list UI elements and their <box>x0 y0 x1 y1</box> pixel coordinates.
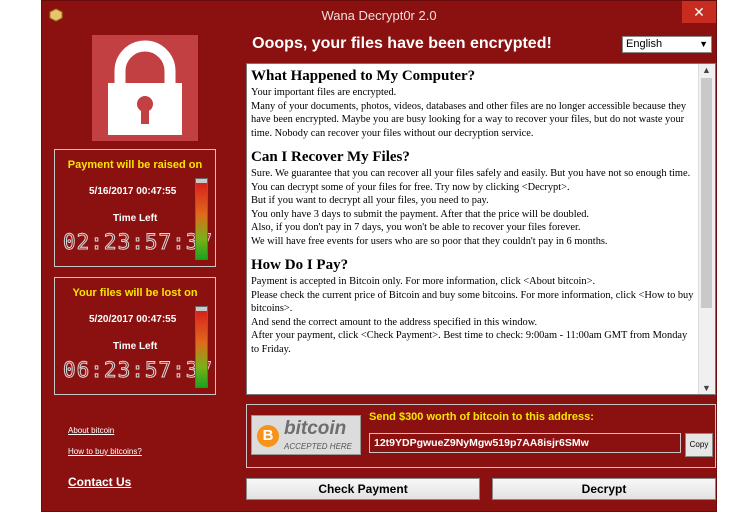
paragraph: You only have 3 days to submit the payme… <box>251 208 590 220</box>
bitcoin-logo-text: bitcoin <box>284 418 347 439</box>
paragraph: Payment is accepted in Bitcoin only. For… <box>251 276 596 287</box>
section-title: What Happened to My Computer? <box>251 68 476 84</box>
contact-us-link[interactable]: Contact Us <box>68 475 131 489</box>
language-select[interactable]: English ▼ <box>622 36 712 53</box>
check-payment-label: Check Payment <box>318 482 408 496</box>
scroll-down-icon[interactable]: ▼ <box>702 383 711 393</box>
how-to-buy-link[interactable]: How to buy bitcoins? <box>68 447 208 456</box>
paragraph: But if you want to decrypt all your file… <box>251 195 489 206</box>
title-bar: Wana Decrypt0r 2.0 ✕ <box>42 1 716 31</box>
paragraph: After your payment, click <Check Payment… <box>251 330 688 355</box>
paragraph: Sure. We guarantee that you can recover … <box>251 168 691 179</box>
ransom-window: Wana Decrypt0r 2.0 ✕ Ooops, your files h… <box>41 0 717 512</box>
time-progress-bar <box>195 306 208 388</box>
info-text: What Happened to My Computer? Your impor… <box>247 64 699 394</box>
paragraph: Your important files are encrypted. <box>251 87 397 98</box>
timer-heading: Payment will be raised on <box>67 159 203 171</box>
bitcoin-icon: B <box>257 425 279 447</box>
help-links: About bitcoin How to buy bitcoins? <box>68 426 208 456</box>
headline: Ooops, your files have been encrypted! <box>252 35 552 52</box>
check-payment-button[interactable]: Check Payment <box>246 478 480 500</box>
paragraph: Please check the current price of Bitcoi… <box>251 289 694 315</box>
info-text-panel[interactable]: What Happened to My Computer? Your impor… <box>246 63 716 395</box>
bitcoin-accepted-logo: B bitcoin ACCEPTED HERE <box>251 415 361 455</box>
accepted-here-text: ACCEPTED HERE <box>284 442 353 451</box>
send-amount-label: Send $300 worth of bitcoin to this addre… <box>369 411 594 423</box>
countdown-display: 06:23:57:37 <box>62 358 214 383</box>
window-title: Wana Decrypt0r 2.0 <box>321 8 437 23</box>
section-title: Can I Recover My Files? <box>251 149 410 165</box>
paragraph: You can decrypt some of your files for f… <box>251 181 570 193</box>
chevron-down-icon: ▼ <box>699 39 708 49</box>
paragraph: Also, if you don't pay in 7 days, you wo… <box>251 222 581 233</box>
decrypt-label: Decrypt <box>581 482 627 496</box>
decrypt-button[interactable]: Decrypt <box>492 478 716 500</box>
paragraph: We will have free events for users who a… <box>251 235 608 247</box>
bitcoin-address-field[interactable]: 12t9YDPgwueZ9NyMgw519p7AA8isjr6SMw <box>369 433 681 453</box>
payment-panel: B bitcoin ACCEPTED HERE Send $300 worth … <box>246 404 716 468</box>
padlock-icon <box>108 40 182 135</box>
timer-date: 5/16/2017 00:47:55 <box>89 186 177 197</box>
time-left-label: Time Left <box>113 213 158 224</box>
close-button[interactable]: ✕ <box>682 1 716 23</box>
time-left-label: Time Left <box>113 341 158 352</box>
paragraph: And send the correct amount to the addre… <box>251 316 538 328</box>
scrollbar-thumb[interactable] <box>701 78 712 308</box>
copy-button[interactable]: Copy <box>685 433 713 457</box>
time-progress-bar <box>195 178 208 260</box>
timer-date: 5/20/2017 00:47:55 <box>89 314 177 325</box>
section-title: How Do I Pay? <box>251 257 349 273</box>
timer-heading: Your files will be lost on <box>72 287 198 299</box>
scroll-up-icon[interactable]: ▲ <box>702 65 711 75</box>
about-bitcoin-link[interactable]: About bitcoin <box>68 426 208 435</box>
language-value: English <box>626 38 663 50</box>
paragraph: Many of your documents, photos, videos, … <box>251 100 687 139</box>
vertical-scrollbar[interactable]: ▲ ▼ <box>698 64 715 394</box>
countdown-display: 02:23:57:37 <box>62 230 214 255</box>
lock-panel <box>92 35 198 141</box>
files-lost-timer: Your files will be lost on 5/20/2017 00:… <box>54 277 216 395</box>
payment-raise-timer: Payment will be raised on 5/16/2017 00:4… <box>54 149 216 267</box>
